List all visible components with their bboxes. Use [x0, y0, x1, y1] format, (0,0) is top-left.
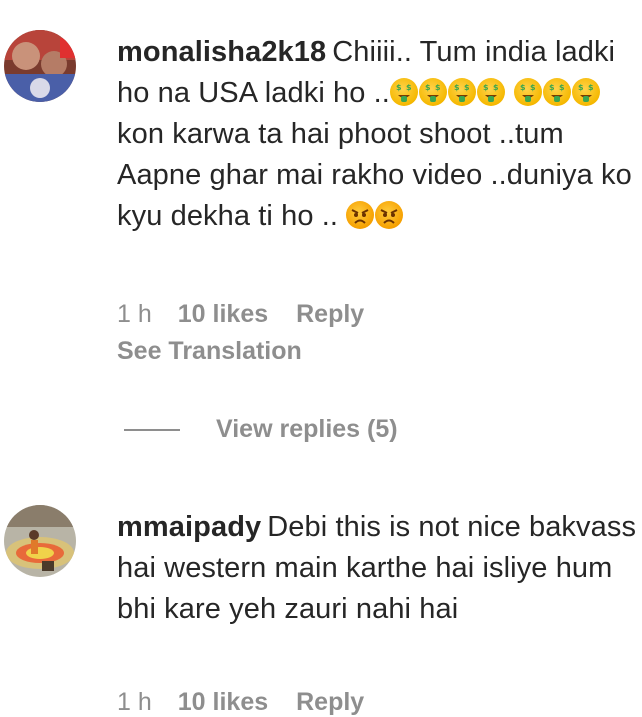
- money-mouth-face-icon: $ $: [572, 78, 601, 106]
- comment-timestamp: 1 h: [117, 300, 152, 328]
- reply-button[interactable]: Reply: [296, 688, 364, 716]
- reply-button[interactable]: Reply: [296, 300, 364, 328]
- svg-text:$: $: [578, 83, 584, 92]
- comment-text: monalisha2k18 Chiiii.. Tum india ladki ho…: [117, 32, 637, 237]
- money-mouth-face-icon: $ $: [476, 78, 505, 106]
- comment-username[interactable]: mmaipady: [117, 511, 261, 543]
- svg-text:$: $: [588, 83, 594, 92]
- svg-text:$: $: [493, 83, 499, 92]
- likes-count-button[interactable]: 10 likes: [178, 688, 268, 716]
- view-replies-label: View replies (5): [216, 415, 398, 443]
- svg-text:$: $: [406, 83, 412, 92]
- money-mouth-face-icon: $ $: [514, 78, 543, 106]
- avatar-image: [4, 505, 76, 577]
- see-translation-button[interactable]: See Translation: [117, 337, 302, 366]
- svg-text:$: $: [454, 83, 460, 92]
- svg-text:$: $: [425, 83, 431, 92]
- svg-text:$: $: [483, 83, 489, 92]
- comment-meta: 1 h 10 likes Reply: [117, 300, 392, 329]
- svg-text:$: $: [435, 83, 441, 92]
- svg-text:$: $: [464, 83, 470, 92]
- avatar-image: [4, 30, 76, 102]
- angry-face-icon: [346, 201, 375, 229]
- view-replies-button[interactable]: View replies (5): [124, 415, 398, 451]
- svg-text:$: $: [530, 83, 536, 92]
- money-mouth-face-icon: $ $: [389, 78, 418, 106]
- likes-count-button[interactable]: 10 likes: [178, 300, 268, 328]
- replies-divider-line: [124, 429, 180, 432]
- comment-username[interactable]: monalisha2k18: [117, 36, 326, 68]
- comment-meta: 1 h 10 likes Reply: [117, 688, 392, 717]
- comment-text: mmaipady Debi this is not nice bakvass ha…: [117, 507, 637, 630]
- svg-text:$: $: [520, 83, 526, 92]
- angry-face-icon: [375, 201, 404, 229]
- avatar[interactable]: [4, 30, 76, 102]
- svg-text:$: $: [559, 83, 565, 92]
- money-mouth-face-icon: $ $: [447, 78, 476, 106]
- svg-text:$: $: [549, 83, 555, 92]
- svg-text:$: $: [396, 83, 402, 92]
- comment-timestamp: 1 h: [117, 688, 152, 716]
- avatar[interactable]: [4, 505, 76, 577]
- money-mouth-face-icon: $ $: [418, 78, 447, 106]
- money-mouth-face-icon: $ $: [543, 78, 572, 106]
